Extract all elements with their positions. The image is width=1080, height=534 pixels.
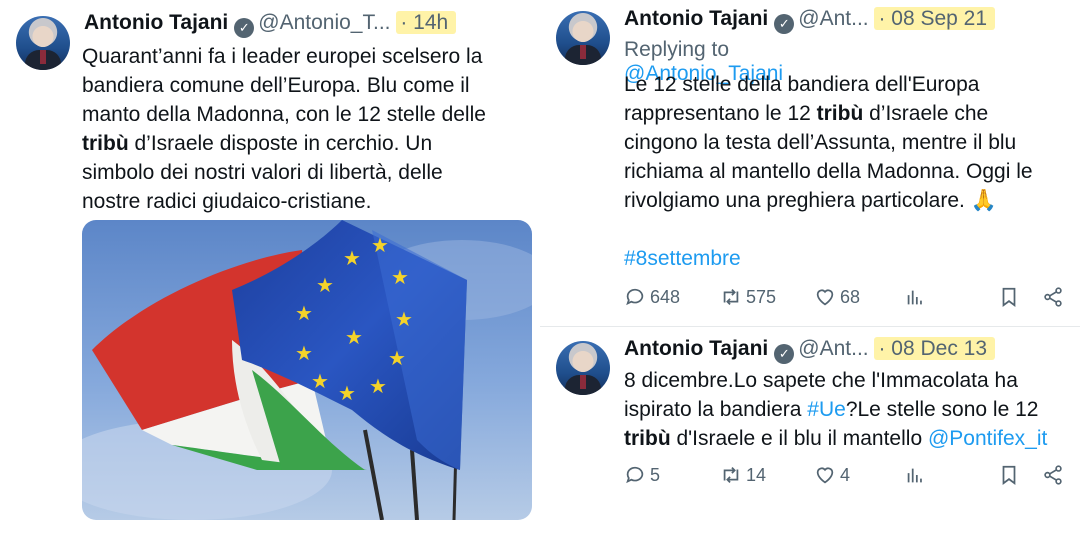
text-line: Le 12 stelle della bandiera dell'Europa [624,73,980,96]
author-handle[interactable]: @Antonio_T... [258,11,390,34]
speech-bubble-icon [624,464,646,486]
tweet-time[interactable]: · 08 Sep 21 [874,7,996,30]
svg-text:★: ★ [295,341,313,365]
svg-text:★: ★ [395,307,413,331]
bookmark-icon [998,286,1020,308]
bold-word: tribù [624,427,671,450]
text-line: richiama al mantello della Madonna. Oggi… [624,160,1033,183]
tweet-text: 8 dicembre.Lo sapete che l'Immacolata ha… [624,366,1074,453]
tweet-time[interactable]: · 08 Dec 13 [874,337,996,360]
svg-text:★: ★ [338,381,356,405]
tweet-header: Antonio Tajani ✓ @Antonio_T... · 14h [84,9,457,38]
tweet-text: Le 12 stelle della bandiera dell'Europa … [624,70,1074,215]
author-name[interactable]: Antonio Tajani [624,337,768,360]
text-line: simbolo dei nostri valori di libertà, de… [82,161,443,184]
retweet-icon [720,286,742,308]
text-segment: d'Israele e il blu il mantello [670,427,928,450]
heart-icon [814,464,836,486]
text-line: ispirato la bandiera #Ue?Le stelle sono … [624,395,1074,424]
views-button[interactable] [904,464,926,486]
text-segment: rivolgiamo una preghiera particolare. [624,189,971,212]
share-button[interactable] [1042,464,1064,486]
svg-text:★: ★ [388,346,406,370]
svg-text:★: ★ [391,265,409,289]
flags-photo: ★ ★ ★ ★ ★ ★ ★ ★ ★ ★ ★ ★ [82,220,532,520]
svg-text:★: ★ [345,325,363,349]
text-line: rivolgiamo una preghiera particolare. 🙏 [624,186,1074,215]
views-button[interactable] [904,286,926,308]
reply-button[interactable]: 648 [624,286,680,308]
text-segment: d’Israele disposte in cerchio. Un [128,132,433,155]
svg-text:★: ★ [295,301,313,325]
share-icon [1042,286,1064,308]
text-line: Quarant’anni fa i leader europei scelser… [82,45,483,68]
speech-bubble-icon [624,286,646,308]
retweet-button[interactable]: 14 [720,464,766,486]
tweet-text: Quarant’anni fa i leader europei scelser… [82,42,532,216]
tweet-media-photo[interactable]: ★ ★ ★ ★ ★ ★ ★ ★ ★ ★ ★ ★ [82,220,532,520]
bookmark-button[interactable] [998,286,1020,308]
tweet-header: Antonio Tajani ✓ @Ant... · 08 Sep 21 [624,5,996,34]
like-count: 4 [840,464,851,485]
tweet-time[interactable]: · 14h [396,11,457,34]
svg-text:★: ★ [371,233,389,257]
like-button[interactable]: 4 [814,464,850,486]
text-line: manto della Madonna, con le 12 stelle de… [82,103,486,126]
replying-to-label: Replying to [624,38,730,61]
like-count: 68 [840,286,861,307]
tweet-actions: 5 14 4 [624,464,1074,490]
mention-link[interactable]: @Pontifex_it [928,427,1047,450]
text-line: bandiera comune dell’Europa. Blu come il [82,74,470,97]
text-segment: ispirato la bandiera [624,398,808,421]
svg-text:★: ★ [343,246,361,270]
heart-icon [814,286,836,308]
verified-badge-icon: ✓ [234,18,255,38]
text-line: rappresentano le 12 tribù d’Israele che [624,99,1074,128]
reply-button[interactable]: 5 [624,464,660,486]
author-name[interactable]: Antonio Tajani [84,11,228,34]
retweet-icon [720,464,742,486]
text-line: cingono la testa dell’Assunta, mentre il… [624,131,1017,154]
retweet-count: 575 [746,286,777,307]
text-segment: d’Israele che [863,102,989,125]
bar-chart-icon [904,464,926,486]
reply-count: 648 [650,286,681,307]
verified-badge-icon: ✓ [774,344,795,364]
like-button[interactable]: 68 [814,286,860,308]
hashtag-link[interactable]: #Ue [807,398,846,421]
reply-count: 5 [650,464,661,485]
hashtag-link[interactable]: #8settembre [624,244,741,273]
bar-chart-icon [904,286,926,308]
share-icon [1042,464,1064,486]
svg-text:★: ★ [316,273,334,297]
bookmark-button[interactable] [998,464,1020,486]
retweet-count: 14 [746,464,767,485]
divider [540,326,1080,327]
bold-word: tribù [816,102,864,125]
praying-hands-emoji: 🙏 [970,189,997,212]
svg-text:★: ★ [369,374,387,398]
author-handle[interactable]: @Ant... [798,7,868,30]
author-handle[interactable]: @Ant... [798,337,868,360]
text-line: tribù d’Israele disposte in cerchio. Un [82,129,532,158]
author-name[interactable]: Antonio Tajani [624,7,768,30]
retweet-button[interactable]: 575 [720,286,776,308]
verified-badge-icon: ✓ [774,14,795,34]
text-line: nostre radici giudaico-cristiane. [82,190,372,213]
avatar[interactable] [556,341,610,395]
avatar[interactable] [16,16,70,70]
bookmark-icon [998,464,1020,486]
tweet-header: Antonio Tajani ✓ @Ant... · 08 Dec 13 [624,335,996,364]
text-line: 8 dicembre.Lo sapete che l'Immacolata ha [624,369,1018,392]
tweet-actions: 648 575 68 [624,286,1074,312]
share-button[interactable] [1042,286,1064,308]
text-segment: rappresentano le 12 [624,102,817,125]
text-line: tribù d'Israele e il blu il mantello @Po… [624,424,1074,453]
text-segment: ?Le stelle sono le 12 [845,398,1039,421]
avatar[interactable] [556,11,610,65]
bold-word: tribù [82,132,129,155]
svg-text:★: ★ [311,369,329,393]
